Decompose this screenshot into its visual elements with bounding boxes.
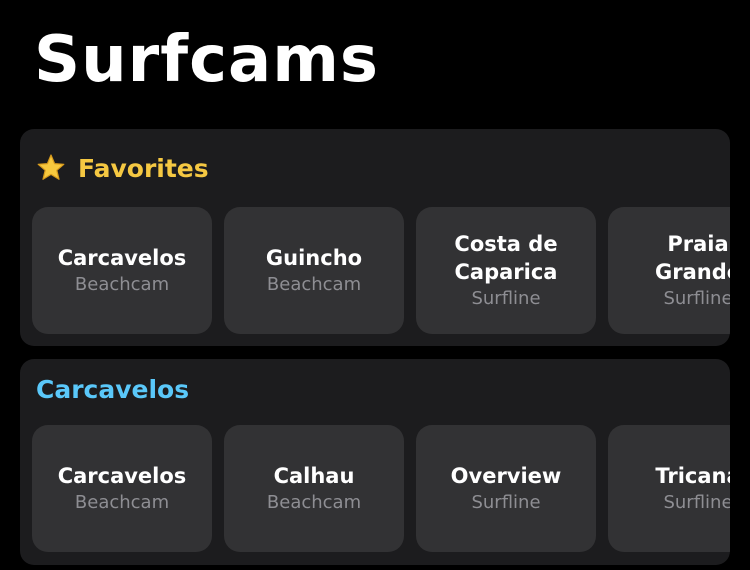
cam-source: Beachcam [266, 273, 362, 295]
favorites-header: Favorites [36, 153, 209, 183]
cam-name: Overview [450, 463, 562, 488]
cam-source: Surfline [471, 287, 541, 309]
cam-name: Carcavelos [57, 463, 187, 488]
cam-tile[interactable]: Carcavelos Beachcam [32, 207, 212, 334]
cam-name: Guincho [265, 245, 363, 270]
favorites-section: Favorites Carcavelos Beachcam Guincho Be… [20, 129, 730, 346]
cam-source: Surfline [663, 491, 730, 513]
group-row[interactable]: Carcavelos Beachcam Calhau Beachcam Over… [32, 425, 730, 552]
cam-name: Costa de Caparica [454, 231, 558, 284]
cam-source: Beachcam [74, 273, 170, 295]
carcavelos-section: Carcavelos Carcavelos Beachcam Calhau Be… [20, 359, 730, 565]
star-icon [36, 153, 66, 183]
cam-name: Calhau [273, 463, 355, 488]
cam-source: Surfline [471, 491, 541, 513]
favorites-title: Favorites [78, 153, 209, 183]
cam-tile[interactable]: Guincho Beachcam [224, 207, 404, 334]
group-title: Carcavelos [36, 375, 190, 404]
cam-name: Carcavelos [57, 245, 187, 270]
cam-source: Surfline [663, 287, 730, 309]
page-title: Surfcams [34, 23, 379, 97]
group-header: Carcavelos [36, 375, 189, 404]
cam-tile[interactable]: Calhau Beachcam [224, 425, 404, 552]
cam-tile[interactable]: Costa de Caparica Surfline [416, 207, 596, 334]
cam-tile[interactable]: Carcavelos Beachcam [32, 425, 212, 552]
cam-name: Praia Grande [655, 231, 730, 284]
cam-source: Beachcam [266, 491, 362, 513]
cam-tile[interactable]: Praia Grande Surfline [608, 207, 730, 334]
cam-name: Tricana [655, 463, 730, 488]
cam-tile[interactable]: Tricana Surfline [608, 425, 730, 552]
cam-tile[interactable]: Overview Surfline [416, 425, 596, 552]
cam-source: Beachcam [74, 491, 170, 513]
favorites-row[interactable]: Carcavelos Beachcam Guincho Beachcam Cos… [32, 207, 730, 334]
surfcams-screen: Surfcams Favorites Carcavelos Beachcam G… [0, 0, 750, 570]
